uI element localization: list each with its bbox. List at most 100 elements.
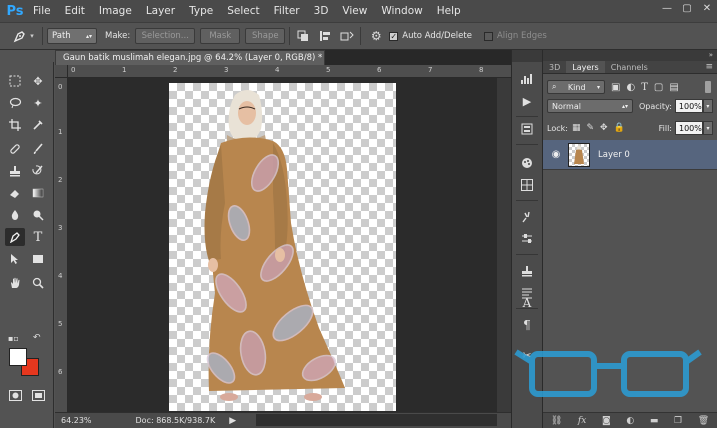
auto-add-delete-checkbox[interactable]: ✓ — [389, 31, 399, 41]
menu-help[interactable]: Help — [430, 0, 468, 22]
mask-icon[interactable]: ◙ — [602, 416, 611, 426]
actions-panel-icon[interactable]: ▶ — [517, 92, 537, 110]
lock-all-icon[interactable]: 🔒 — [614, 123, 625, 133]
opacity-slider-toggle[interactable]: ▾ — [702, 99, 713, 113]
panel-menu-icon[interactable]: ≡ — [705, 61, 713, 73]
lock-transparent-pixels-icon[interactable]: ▦ — [572, 123, 581, 133]
dodge-tool-icon[interactable] — [28, 206, 48, 224]
align-edges-checkbox[interactable] — [483, 31, 493, 41]
lasso-tool-icon[interactable] — [5, 94, 25, 112]
properties-panel-icon[interactable] — [517, 120, 537, 138]
rectangle-tool-icon[interactable] — [28, 250, 48, 268]
filter-adjustment-icon[interactable]: ◐ — [626, 82, 635, 93]
path-alignment-icon[interactable] — [316, 27, 334, 45]
filter-pixel-icon[interactable]: ▣ — [611, 82, 620, 93]
make-shape-button[interactable]: Shape — [245, 28, 286, 44]
screen-mode-icon[interactable] — [28, 386, 48, 404]
horizontal-scrollbar[interactable] — [256, 414, 497, 426]
lock-position-icon[interactable]: ✥ — [600, 123, 608, 133]
close-window-button[interactable]: ✕ — [700, 2, 714, 14]
gear-icon[interactable]: ⚙ — [365, 27, 387, 45]
quick-mask-icon[interactable] — [5, 386, 25, 404]
zoom-tool-icon[interactable] — [28, 274, 48, 292]
path-arrangement-icon[interactable] — [338, 27, 356, 45]
make-mask-button[interactable]: Mask — [200, 28, 241, 44]
clone-stamp-tool-icon[interactable] — [5, 162, 25, 180]
zoom-level[interactable]: 64.23% — [61, 416, 92, 425]
tab-channels[interactable]: Channels — [605, 61, 654, 73]
fx-icon[interactable]: fx — [578, 416, 586, 426]
swatches-panel-icon[interactable] — [517, 154, 537, 172]
menu-image[interactable]: Image — [92, 0, 139, 22]
ruler-horizontal[interactable]: 0 1 2 3 4 5 6 7 8 — [68, 65, 511, 78]
document-tab[interactable]: Gaun batik muslimah elegan.jpg @ 64.2% (… — [55, 50, 325, 65]
make-selection-button[interactable]: Selection... — [135, 28, 196, 44]
paragraph-panel-icon[interactable]: ¶ — [517, 316, 537, 334]
clone-source-panel-icon[interactable] — [517, 262, 537, 280]
foreground-color-swatch[interactable] — [9, 348, 27, 366]
menu-layer[interactable]: Layer — [139, 0, 182, 22]
healing-brush-tool-icon[interactable] — [5, 140, 25, 158]
pen-tool-preset-icon[interactable]: ▾ — [8, 26, 38, 46]
menu-edit[interactable]: Edit — [58, 0, 92, 22]
filter-smart-object-icon[interactable]: ▤ — [669, 82, 678, 93]
brush-presets-panel-icon[interactable] — [517, 208, 537, 226]
document-info[interactable]: Doc: 868.5K/938.7K — [136, 416, 216, 425]
opacity-input[interactable]: 100% — [674, 99, 703, 113]
magic-wand-tool-icon[interactable]: ✦ — [28, 94, 48, 112]
filter-toggle-switch[interactable] — [705, 81, 711, 93]
menu-window[interactable]: Window — [374, 0, 429, 22]
filter-shape-icon[interactable]: ▢ — [654, 82, 663, 93]
new-layer-icon[interactable]: ❐ — [674, 416, 682, 426]
layer-row[interactable]: ◉ Layer 0 — [543, 140, 717, 170]
folder-icon[interactable]: ▬ — [650, 416, 659, 426]
adjustment-icon[interactable]: ◐ — [626, 416, 634, 426]
eraser-tool-icon[interactable] — [5, 184, 25, 202]
character-panel-icon[interactable]: A — [517, 294, 537, 312]
menu-file[interactable]: File — [26, 0, 58, 22]
dock-header[interactable] — [512, 50, 542, 62]
move-tool-icon[interactable]: ✥ — [28, 72, 48, 90]
tab-3d[interactable]: 3D — [543, 61, 566, 73]
ruler-vertical[interactable]: 0 1 2 3 4 5 6 — [55, 78, 68, 412]
fill-slider-toggle[interactable]: ▾ — [703, 121, 713, 135]
menu-filter[interactable]: Filter — [267, 0, 307, 22]
path-selection-tool-icon[interactable] — [5, 250, 25, 268]
hand-tool-icon[interactable] — [5, 274, 25, 292]
histogram-panel-icon[interactable] — [517, 70, 537, 88]
eyedropper-tool-icon[interactable] — [28, 116, 48, 134]
menu-3d[interactable]: 3D — [307, 0, 336, 22]
swap-colors-icon[interactable]: ↶ — [33, 333, 41, 343]
document-canvas[interactable] — [169, 83, 396, 411]
blend-mode-select[interactable]: Normal ▴▾ — [547, 99, 633, 113]
type-tool-icon[interactable]: T — [28, 228, 48, 246]
adjustments-panel-icon[interactable] — [517, 230, 537, 248]
marquee-tool-icon[interactable] — [5, 72, 25, 90]
menu-select[interactable]: Select — [220, 0, 266, 22]
crop-tool-icon[interactable] — [5, 116, 25, 134]
layer-kind-filter-select[interactable]: ⌕ Kind ▾ — [547, 80, 605, 94]
tab-layers[interactable]: Layers — [566, 61, 605, 73]
layer-thumbnail[interactable] — [568, 142, 590, 167]
gradient-tool-icon[interactable] — [28, 184, 48, 202]
menu-type[interactable]: Type — [182, 0, 220, 22]
pen-tool-icon[interactable] — [5, 228, 25, 246]
status-menu-arrow-icon[interactable]: ▶ — [229, 416, 236, 426]
grid-panel-icon[interactable] — [517, 176, 537, 194]
restore-button[interactable]: ▢ — [680, 2, 694, 14]
pen-mode-select[interactable]: Path ▴▾ — [47, 28, 97, 44]
fill-input[interactable]: 100% — [675, 121, 703, 135]
filter-type-icon[interactable]: T — [641, 82, 648, 93]
brush-tool-icon[interactable] — [28, 140, 48, 158]
collapse-panel-icon[interactable]: » — [709, 51, 713, 59]
menu-view[interactable]: View — [335, 0, 374, 22]
layer-name[interactable]: Layer 0 — [598, 150, 630, 160]
history-brush-tool-icon[interactable] — [28, 162, 48, 180]
minimize-button[interactable]: — — [660, 2, 674, 14]
eye-icon[interactable]: ◉ — [546, 149, 566, 160]
lock-image-pixels-icon[interactable]: ✎ — [586, 123, 594, 133]
trash-icon[interactable]: 🗑 — [698, 416, 709, 426]
path-operations-icon[interactable] — [294, 27, 312, 45]
link-icon[interactable]: ⛓ — [551, 416, 562, 426]
default-colors-icon[interactable]: ▪▫ — [8, 334, 19, 343]
